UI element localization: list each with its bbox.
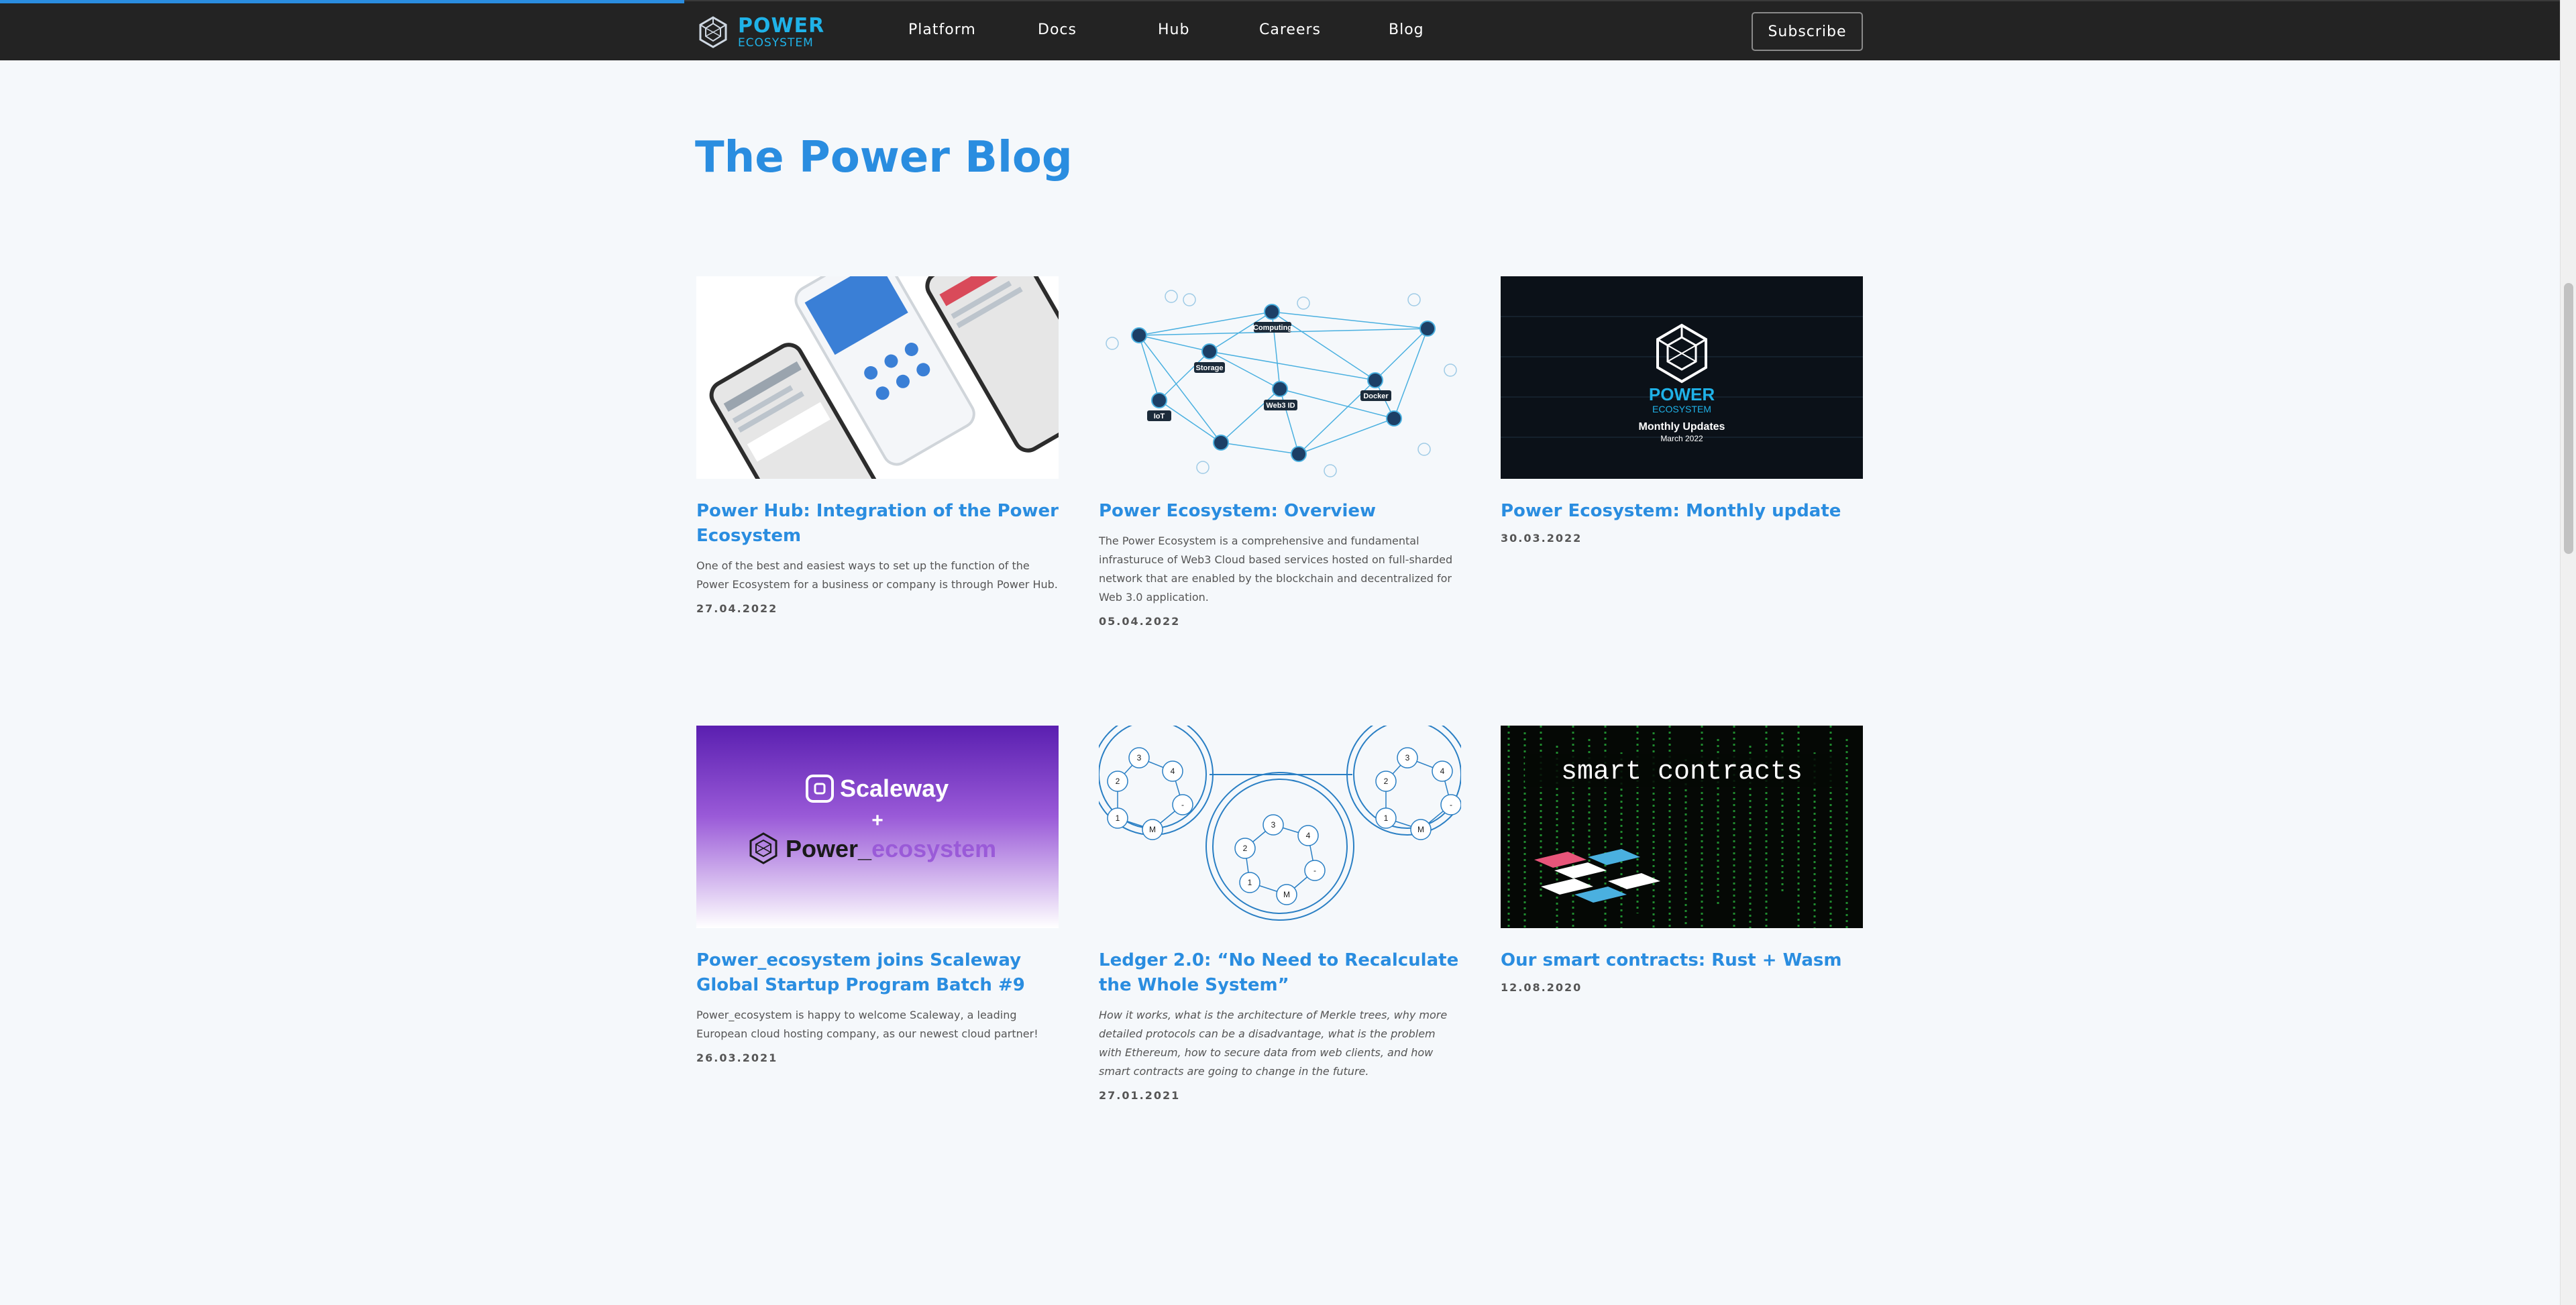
- banner-ecosystem: ECOSYSTEM: [1652, 404, 1711, 414]
- post-date: 30.03.2022: [1501, 532, 1582, 545]
- post-title[interactable]: Power Ecosystem: Overview: [1099, 499, 1461, 524]
- post-image-scaleway[interactable]: Scaleway + Power_ecosystem: [696, 726, 1059, 928]
- post-date: 27.01.2021: [1099, 1089, 1181, 1102]
- label-storage: Storage: [1196, 364, 1224, 372]
- post-image-ledger-circles[interactable]: 3 4 2 - 1 M 3 4 2 - 1 M 3 4 2 - 1 M: [1099, 726, 1461, 928]
- power-logo-icon: [699, 16, 727, 48]
- svg-text:1: 1: [1384, 813, 1389, 823]
- svg-text:-: -: [1313, 866, 1316, 875]
- subscribe-button[interactable]: Subscribe: [1752, 12, 1863, 51]
- blog-card-overview: Computing Storage Web3 ID Docker IoT Pow…: [1099, 276, 1461, 628]
- logo-line-2: ECOSYSTEM: [738, 36, 814, 50]
- logo-wordmark: POWER ECOSYSTEM: [738, 13, 825, 50]
- post-description: Power_ecosystem is happy to welcome Scal…: [696, 1009, 1038, 1040]
- post-description: One of the best and easiest ways to set …: [696, 559, 1058, 591]
- nav-docs[interactable]: Docs: [1038, 21, 1077, 38]
- post-image-monthly-update[interactable]: POWER ECOSYSTEM Monthly Updates March 20…: [1501, 276, 1863, 479]
- blog-card-ledger: 3 4 2 - 1 M 3 4 2 - 1 M 3 4 2 - 1 M Ledg…: [1099, 726, 1461, 1102]
- top-navigation-bar: POWER ECOSYSTEM Platform Docs Hub Career…: [0, 0, 2560, 60]
- banner-monthly-updates: Monthly Updates: [1639, 421, 1725, 433]
- svg-text:2: 2: [1384, 777, 1389, 786]
- svg-text:1: 1: [1248, 878, 1252, 887]
- site-logo[interactable]: POWER ECOSYSTEM: [696, 15, 824, 50]
- scrollbar-thumb[interactable]: [2564, 283, 2573, 554]
- post-title[interactable]: Our smart contracts: Rust + Wasm: [1501, 948, 1863, 973]
- page-scrollbar[interactable]: [2560, 0, 2576, 1305]
- svg-text:4: 4: [1306, 831, 1311, 840]
- svg-text:4: 4: [1171, 767, 1175, 776]
- post-date: 12.08.2020: [1501, 981, 1582, 994]
- banner-power: POWER: [1649, 384, 1715, 404]
- svg-text:M: M: [1283, 890, 1290, 899]
- post-date: 27.04.2022: [696, 602, 778, 615]
- label-computing: Computing: [1253, 324, 1292, 332]
- post-date: 05.04.2022: [1099, 615, 1181, 628]
- post-description: The Power Ecosystem is a comprehensive a…: [1099, 534, 1453, 604]
- post-image-network-graph[interactable]: Computing Storage Web3 ID Docker IoT: [1099, 276, 1461, 479]
- post-image-phone-mockups[interactable]: [696, 276, 1059, 479]
- page-load-progress: [0, 0, 684, 3]
- svg-text:4: 4: [1440, 767, 1445, 776]
- logo-line-1: POWER: [738, 13, 825, 38]
- svg-text:-: -: [1450, 800, 1452, 809]
- label-web3-id: Web3 ID: [1266, 402, 1295, 410]
- nav-platform[interactable]: Platform: [908, 21, 976, 38]
- svg-text:M: M: [1149, 825, 1156, 834]
- smart-contracts-heading: smart contracts: [1561, 757, 1803, 787]
- page-title: The Power Blog: [695, 133, 1073, 182]
- blog-card-power-hub: Power Hub: Integration of the Power Ecos…: [696, 276, 1059, 615]
- svg-text:1: 1: [1116, 813, 1120, 823]
- nav-hub[interactable]: Hub: [1158, 21, 1189, 38]
- blog-card-monthly-update: POWER ECOSYSTEM Monthly Updates March 20…: [1501, 276, 1863, 545]
- post-date: 26.03.2021: [696, 1052, 778, 1064]
- svg-text:M: M: [1417, 825, 1424, 834]
- svg-text:2: 2: [1116, 777, 1120, 786]
- blog-card-smart-contracts: smart contracts Our smart contracts: Rus…: [1501, 726, 1863, 994]
- banner-date: March 2022: [1660, 434, 1703, 443]
- power-wordmark: Power_ecosystem: [786, 835, 996, 862]
- svg-text:-: -: [1181, 800, 1184, 809]
- label-docker: Docker: [1363, 392, 1389, 400]
- post-description: How it works, what is the architecture o…: [1099, 1009, 1448, 1078]
- post-title[interactable]: Power Hub: Integration of the Power Ecos…: [696, 499, 1059, 549]
- post-title[interactable]: Power_ecosystem joins Scaleway Global St…: [696, 948, 1059, 998]
- label-iot: IoT: [1154, 412, 1165, 420]
- scaleway-wordmark: Scaleway: [840, 775, 949, 802]
- nav-blog[interactable]: Blog: [1389, 21, 1424, 38]
- post-image-smart-contracts[interactable]: smart contracts: [1501, 726, 1863, 928]
- post-title[interactable]: Power Ecosystem: Monthly update: [1501, 499, 1863, 524]
- plus-sign: +: [871, 809, 883, 832]
- post-title[interactable]: Ledger 2.0: “No Need to Recalculate the …: [1099, 948, 1461, 998]
- svg-text:3: 3: [1137, 753, 1142, 762]
- svg-text:3: 3: [1271, 820, 1276, 830]
- blog-card-scaleway: Scaleway + Power_ecosystem Power_ecosyst…: [696, 726, 1059, 1064]
- svg-text:2: 2: [1243, 844, 1248, 853]
- svg-text:3: 3: [1405, 753, 1410, 762]
- nav-careers[interactable]: Careers: [1259, 21, 1321, 38]
